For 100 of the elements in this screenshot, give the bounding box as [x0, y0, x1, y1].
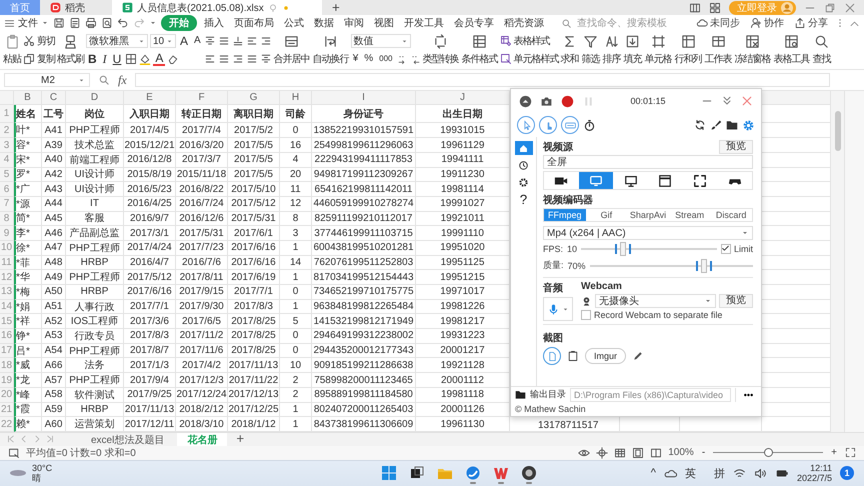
clock[interactable]: 12:11 2022/7/5 — [796, 463, 832, 484]
fill-color-icon[interactable] — [139, 53, 152, 66]
search-field[interactable]: 查找命令、搜索模板 — [561, 16, 671, 30]
sum-button[interactable]: 求和 — [560, 33, 580, 68]
new-tab-button[interactable]: + — [322, 0, 350, 16]
clipboard-button[interactable] — [567, 350, 579, 362]
filter-button[interactable]: 筛选 — [580, 33, 601, 68]
outdent-icon[interactable] — [260, 35, 272, 48]
apps-icon[interactable] — [709, 2, 721, 14]
thousands-button[interactable]: 000 — [377, 52, 395, 66]
speaker-icon[interactable] — [754, 466, 767, 480]
page-view-icon[interactable] — [632, 446, 644, 459]
shrink-font-button[interactable]: A — [192, 34, 203, 48]
print-icon[interactable] — [85, 17, 97, 30]
menu-tab[interactable]: 插入 — [201, 15, 227, 32]
file-menu[interactable]: 文件 — [4, 16, 49, 30]
menu-tab[interactable]: 公式 — [281, 15, 307, 32]
notification-badge[interactable]: 1 — [840, 466, 854, 480]
fill-button[interactable]: 填充 — [622, 33, 643, 68]
reading-view-icon[interactable] — [650, 446, 662, 459]
copy-button[interactable]: 复制 — [23, 52, 55, 66]
rows-columns-button[interactable]: 行和列 — [674, 33, 703, 68]
formula-field[interactable] — [134, 73, 830, 88]
table-tools-button[interactable]: 表格工具 — [772, 33, 811, 68]
font-color-button[interactable]: A — [153, 52, 166, 66]
save-icon[interactable] — [53, 17, 65, 30]
align-middle-icon[interactable] — [218, 35, 230, 48]
zoom-icon[interactable] — [98, 74, 110, 86]
compact-icon[interactable] — [721, 95, 733, 107]
limit-checkbox[interactable]: Limit — [720, 244, 753, 254]
encoder-tab[interactable]: Stream — [668, 209, 710, 221]
encoder-tab[interactable]: Gif — [586, 209, 628, 221]
file-tab[interactable]: 人员信息表(2021.05.08).xlsx — [112, 0, 322, 16]
layout-icon[interactable] — [689, 2, 701, 14]
refresh-icon[interactable] — [694, 119, 706, 131]
encoder-tab[interactable]: FFmpeg — [544, 209, 586, 221]
undo-icon[interactable] — [117, 17, 129, 30]
menu-tab[interactable]: 数据 — [311, 15, 337, 32]
wrap-text-button[interactable]: 自动换行 — [312, 33, 350, 68]
name-box[interactable]: M2 — [4, 73, 90, 88]
column-header[interactable]: F — [176, 91, 228, 106]
normal-view-icon[interactable] — [614, 446, 626, 459]
column-header[interactable]: I — [312, 91, 416, 106]
column-header[interactable]: B — [14, 91, 42, 106]
stopwatch-icon[interactable] — [583, 118, 596, 132]
align-center-icon[interactable] — [218, 53, 230, 66]
sort-button[interactable]: 排序 — [602, 33, 622, 68]
webcam-dropdown[interactable]: 无摄像头 — [595, 294, 716, 308]
save-to-file-button[interactable] — [543, 347, 561, 365]
collapse-up-icon[interactable] — [519, 94, 532, 108]
convert-button[interactable]: 类型转换 — [422, 33, 460, 68]
merge-button[interactable]: 合并居中 — [272, 33, 311, 68]
align-top-icon[interactable] — [204, 35, 216, 48]
capture-mode-button[interactable] — [539, 116, 557, 134]
settings-icon[interactable] — [742, 118, 755, 132]
sync-button[interactable]: 未同步 — [693, 16, 743, 30]
freeze-panes-button[interactable]: 冻结窗格 — [734, 33, 772, 68]
browse-button[interactable]: ••• — [735, 388, 761, 402]
zoom-out-button[interactable]: - — [700, 447, 708, 458]
column-header[interactable]: E — [124, 91, 176, 106]
record-icon[interactable] — [561, 94, 574, 108]
brush-icon[interactable] — [710, 119, 722, 131]
font-size-select[interactable]: 10 — [150, 34, 176, 48]
menu-tab[interactable]: 视图 — [371, 15, 397, 32]
menu-tab[interactable]: 开发工具 — [401, 15, 447, 32]
number-format-select[interactable]: 数值 — [350, 34, 411, 48]
menu-tab[interactable]: 会员专享 — [451, 15, 497, 32]
column-header[interactable]: J — [416, 91, 510, 106]
menu-tab[interactable]: 页面布局 — [231, 15, 277, 32]
zoom-level[interactable]: 100% — [668, 447, 694, 458]
input-mode[interactable]: 拼 — [714, 466, 725, 481]
menu-tab[interactable]: 审阅 — [341, 15, 367, 32]
add-sheet-button[interactable]: + — [230, 432, 250, 446]
cells-button[interactable]: 单元格 — [644, 33, 673, 68]
percent-button[interactable]: % — [362, 52, 376, 66]
border-icon[interactable] — [125, 53, 138, 66]
table-style-button[interactable]: 表格样式 — [500, 34, 559, 48]
format-dropdown[interactable]: Mp4 (x264 | AAC) — [543, 226, 753, 240]
clear-format-icon[interactable] — [167, 53, 180, 66]
input-language[interactable]: 英 — [684, 466, 696, 481]
hidden-icons-button[interactable]: ^ — [650, 467, 656, 480]
editor-button[interactable] — [632, 350, 644, 362]
bold-button[interactable]: B — [86, 52, 99, 66]
underline-button[interactable]: U — [110, 52, 124, 66]
source-field[interactable]: 全屏 — [543, 155, 753, 169]
align-bottom-icon[interactable] — [232, 35, 244, 48]
imgur-button[interactable]: Imgur — [585, 348, 626, 364]
output-path-field[interactable]: D:\Program Files (x86)\Captura\video — [570, 388, 731, 402]
column-header[interactable]: H — [280, 91, 312, 106]
distribute-icon[interactable] — [260, 53, 272, 66]
indent-icon[interactable] — [246, 35, 258, 48]
microphone-button[interactable] — [543, 297, 573, 321]
column-header[interactable]: D — [66, 91, 124, 106]
close-icon[interactable] — [741, 95, 753, 107]
grow-font-button[interactable]: A — [178, 34, 190, 48]
zoom-in-button[interactable]: + — [829, 447, 839, 458]
separate-file-checkbox[interactable]: Record Webcam to separate file — [581, 310, 753, 320]
column-header[interactable]: G — [228, 91, 280, 106]
currency-button[interactable]: ¥ — [350, 52, 360, 66]
decrease-decimal-icon[interactable] — [410, 54, 421, 65]
